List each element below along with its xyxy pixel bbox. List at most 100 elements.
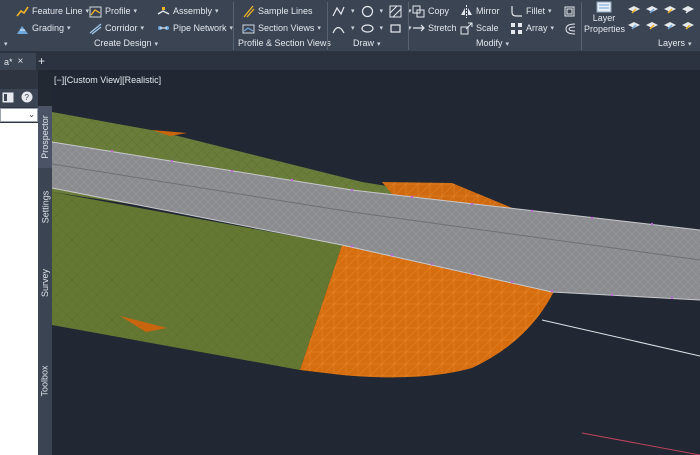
corridor-label: Corridor	[105, 23, 138, 33]
mirror-button[interactable]: Mirror	[460, 3, 500, 19]
layer-properties-button[interactable]: Layer Properties	[584, 1, 626, 35]
pipe-network-label: Pipe Network	[173, 23, 227, 33]
document-tab-bar	[0, 51, 700, 70]
feature-line-label: Feature Line	[32, 6, 83, 16]
grading-button[interactable]: Grading ▾	[16, 20, 71, 36]
new-tab-button[interactable]: +	[38, 54, 45, 68]
profile-label: Profile	[105, 6, 131, 16]
chevron-down-icon[interactable]: ▾	[351, 24, 355, 32]
chevron-down-icon[interactable]: ▾	[215, 7, 219, 15]
draw-panel: ▾ ▾ ▾ ▾ ▾ ▾ Draw ▾	[328, 0, 412, 51]
array-icon	[510, 22, 523, 35]
chevron-down-icon[interactable]: ▾	[551, 24, 555, 32]
layer-properties-label-2: Properties	[584, 24, 626, 34]
help-icon[interactable]: ?	[21, 91, 33, 103]
chevron-down-icon[interactable]: ▾	[380, 24, 384, 32]
profile-section-panel: Sample Lines Section Views ▾ Profile & S…	[234, 0, 331, 51]
modify-extra-1[interactable]	[563, 3, 579, 19]
mirror-icon	[460, 4, 473, 18]
erase-icon	[563, 5, 576, 18]
arc-icon[interactable]	[332, 22, 345, 35]
stretch-button[interactable]: Stretch	[412, 20, 457, 36]
draw-tools-row-1: ▾ ▾ ▾	[332, 3, 412, 19]
toolspace-dropdown[interactable]: ⌄	[0, 108, 38, 122]
scale-button[interactable]: Scale	[460, 20, 499, 36]
toolspace-panel: ? ⌄	[0, 70, 38, 455]
assembly-icon	[157, 5, 170, 18]
section-views-icon	[242, 22, 255, 35]
layer-tool-icons[interactable]	[628, 6, 694, 30]
copy-button[interactable]: Copy	[412, 3, 449, 19]
stretch-label: Stretch	[428, 23, 457, 33]
grading-icon	[16, 22, 29, 35]
panel-expander[interactable]: ▾	[4, 40, 8, 48]
chevron-down-icon[interactable]: ▾	[141, 24, 145, 32]
chevron-down-icon[interactable]: ▾	[351, 7, 355, 15]
fillet-icon	[510, 5, 523, 18]
svg-text:?: ?	[25, 93, 30, 102]
tab-survey[interactable]: Survey	[38, 248, 52, 318]
layer-properties-icon	[595, 1, 613, 13]
toolspace-side-tabs: Prospector Settings Survey Toolbox	[38, 106, 52, 455]
sample-lines-icon	[242, 5, 255, 18]
circle-icon[interactable]	[361, 5, 374, 18]
sample-lines-button[interactable]: Sample Lines	[242, 3, 313, 19]
model-scene	[52, 112, 700, 455]
pipe-network-button[interactable]: Pipe Network ▾	[157, 20, 233, 36]
create-design-panel-title[interactable]: Create Design ▾	[94, 38, 158, 48]
layer-tools-grid	[626, 3, 700, 35]
chevron-down-icon[interactable]: ▾	[317, 24, 321, 32]
chevron-down-icon[interactable]: ▾	[67, 24, 71, 32]
corridor-icon	[89, 22, 102, 35]
layer-properties-label-1: Layer	[592, 13, 616, 23]
chevron-down-icon[interactable]: ▾	[380, 7, 384, 15]
corridor-button[interactable]: Corridor ▾	[89, 20, 144, 36]
tab-toolbox[interactable]: Toolbox	[38, 332, 52, 430]
alignment-line	[541, 319, 700, 357]
toolspace-header: ?	[0, 89, 38, 107]
profile-button[interactable]: Profile ▾	[89, 3, 137, 19]
draw-tools-row-2: ▾ ▾ ▾	[332, 20, 412, 36]
profile-icon	[89, 5, 102, 18]
modify-panel-title[interactable]: Modify ▾	[476, 38, 509, 48]
create-design-panel: Feature Line ▾ Grading ▾ Profile ▾ Corri…	[0, 0, 233, 51]
tab-prospector[interactable]: Prospector	[38, 106, 52, 168]
array-button[interactable]: Array ▾	[510, 20, 554, 36]
layers-panel-title[interactable]: Layers ▾	[658, 38, 692, 48]
scale-icon	[460, 22, 473, 35]
document-tab[interactable]: a* ×	[0, 53, 36, 70]
grading-label: Grading	[32, 23, 65, 33]
polyline-icon[interactable]	[332, 5, 345, 18]
assembly-button[interactable]: Assembly ▾	[157, 3, 219, 19]
array-label: Array	[526, 23, 548, 33]
ellipse-icon[interactable]	[360, 22, 374, 35]
hatch-icon[interactable]	[389, 5, 402, 18]
copy-icon	[412, 5, 425, 18]
section-views-button[interactable]: Section Views ▾	[242, 20, 321, 36]
tab-settings[interactable]: Settings	[38, 172, 52, 242]
copy-label: Copy	[428, 6, 450, 16]
chevron-down-icon[interactable]: ▾	[548, 7, 552, 15]
close-icon[interactable]: ×	[18, 56, 24, 67]
modify-panel: Copy Stretch Mirror Scale Fillet ▾ Array…	[409, 0, 581, 51]
profile-line	[581, 432, 700, 455]
draw-panel-title[interactable]: Draw ▾	[353, 38, 381, 48]
feature-line-button[interactable]: Feature Line ▾	[16, 3, 89, 19]
stretch-icon	[412, 22, 425, 35]
layers-panel: Layer Properties Layers ▾	[582, 0, 700, 51]
mirror-label: Mirror	[476, 6, 500, 16]
rectangle-icon[interactable]	[389, 22, 402, 35]
modify-extra-2[interactable]	[563, 20, 579, 36]
model-viewport[interactable]: [−][Custom View][Realistic]	[52, 70, 700, 455]
assembly-label: Assembly	[173, 6, 213, 16]
pipe-network-icon	[157, 22, 170, 35]
feature-line-icon	[16, 5, 29, 18]
layout-icon[interactable]	[2, 92, 14, 103]
fillet-button[interactable]: Fillet ▾	[510, 3, 552, 19]
offset-icon	[563, 22, 576, 35]
chevron-down-icon: ⌄	[28, 110, 35, 119]
profile-section-panel-title: Profile & Section Views	[238, 38, 331, 48]
chevron-down-icon[interactable]: ▾	[134, 7, 138, 15]
toolspace-tree[interactable]	[0, 123, 38, 455]
scale-label: Scale	[476, 23, 499, 33]
